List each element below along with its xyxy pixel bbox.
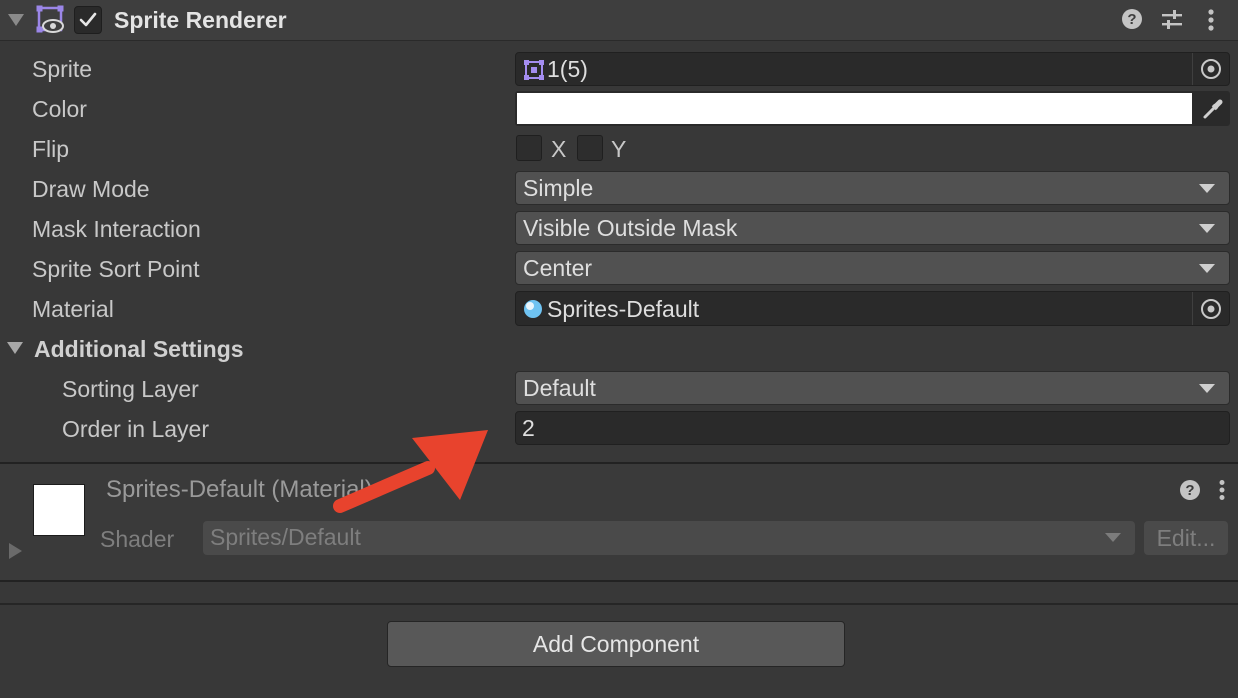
preset-icon[interactable] [1160, 8, 1184, 32]
additional-settings-title[interactable]: Additional Settings [34, 334, 244, 364]
sorting-layer-dropdown[interactable]: Default [515, 371, 1230, 405]
color-field[interactable] [515, 91, 1230, 126]
sprite-field[interactable]: 1(5) [515, 52, 1230, 86]
flip-x-checkbox[interactable] [516, 135, 542, 161]
sprite-sort-point-dropdown[interactable]: Center [515, 251, 1230, 285]
svg-text:?: ? [1185, 482, 1194, 499]
eyedropper-icon[interactable] [1201, 97, 1225, 121]
section-divider [0, 603, 1238, 605]
add-component-button[interactable]: Add Component [387, 621, 845, 667]
section-divider [0, 580, 1238, 582]
add-component-label: Add Component [532, 630, 700, 657]
flip-y-label: Y [611, 136, 627, 162]
order-in-layer-label: Order in Layer [62, 416, 210, 442]
help-icon[interactable]: ? [1121, 8, 1143, 30]
flip-x-label: X [551, 136, 567, 162]
sprite-sort-point-label: Sprite Sort Point [32, 256, 200, 282]
color-swatch[interactable] [517, 93, 1192, 124]
shader-dropdown[interactable]: Sprites/Default [203, 521, 1135, 555]
material-expand-arrow-icon[interactable] [9, 543, 22, 559]
help-icon[interactable]: ? [1179, 479, 1201, 501]
sorting-layer-label: Sorting Layer [62, 376, 199, 402]
material-inspector: Sprites-Default (Material) ? Shader Spri… [0, 464, 1238, 582]
sprite-sort-point-value: Center [523, 255, 593, 281]
component-title: Sprite Renderer [114, 7, 287, 33]
component-header[interactable]: Sprite Renderer ? [0, 0, 1238, 41]
mask-interaction-value: Visible Outside Mask [523, 215, 738, 241]
sprite-asset-icon [524, 60, 544, 80]
draw-mode-value: Simple [523, 175, 594, 201]
sprite-label: Sprite [32, 56, 93, 82]
shader-edit-button[interactable]: Edit... [1144, 521, 1228, 555]
shader-label: Shader [100, 526, 175, 552]
component-enabled-checkbox[interactable] [74, 6, 102, 34]
shader-value: Sprites/Default [210, 524, 361, 550]
collapse-arrow-icon[interactable] [8, 14, 24, 26]
sprite-value: 1(5) [547, 56, 588, 82]
chevron-down-icon [1199, 264, 1215, 273]
chevron-down-icon [1105, 533, 1121, 542]
additional-settings-foldout-icon[interactable] [7, 342, 23, 354]
kebab-menu-icon[interactable] [1204, 8, 1218, 32]
material-value: Sprites-Default [547, 296, 700, 322]
material-field[interactable]: Sprites-Default [515, 291, 1230, 326]
flip-y-checkbox[interactable] [577, 135, 603, 161]
order-in-layer-value: 2 [522, 415, 535, 441]
order-in-layer-input[interactable]: 2 [515, 411, 1230, 445]
annotation-arrow-icon [333, 430, 488, 513]
color-label: Color [32, 96, 87, 122]
checkmark-icon [79, 12, 97, 27]
kebab-menu-icon[interactable] [1215, 479, 1229, 501]
material-asset-icon [524, 300, 542, 318]
shader-edit-label: Edit... [1156, 524, 1216, 551]
chevron-down-icon [1199, 184, 1215, 193]
mask-interaction-dropdown[interactable]: Visible Outside Mask [515, 211, 1230, 245]
draw-mode-label: Draw Mode [32, 176, 150, 202]
mask-interaction-label: Mask Interaction [32, 216, 201, 242]
flip-label: Flip [32, 136, 70, 162]
chevron-down-icon [1199, 384, 1215, 393]
sorting-layer-value: Default [523, 375, 596, 401]
material-object-picker[interactable] [1192, 292, 1229, 325]
svg-text:?: ? [1127, 11, 1136, 28]
object-picker-icon [1201, 298, 1221, 319]
sprite-object-picker[interactable] [1192, 53, 1229, 85]
sprite-renderer-icon [36, 5, 64, 33]
draw-mode-dropdown[interactable]: Simple [515, 171, 1230, 205]
chevron-down-icon [1199, 224, 1215, 233]
object-picker-icon [1201, 59, 1221, 79]
material-preview-thumbnail[interactable] [33, 484, 85, 536]
material-label: Material [32, 296, 114, 322]
